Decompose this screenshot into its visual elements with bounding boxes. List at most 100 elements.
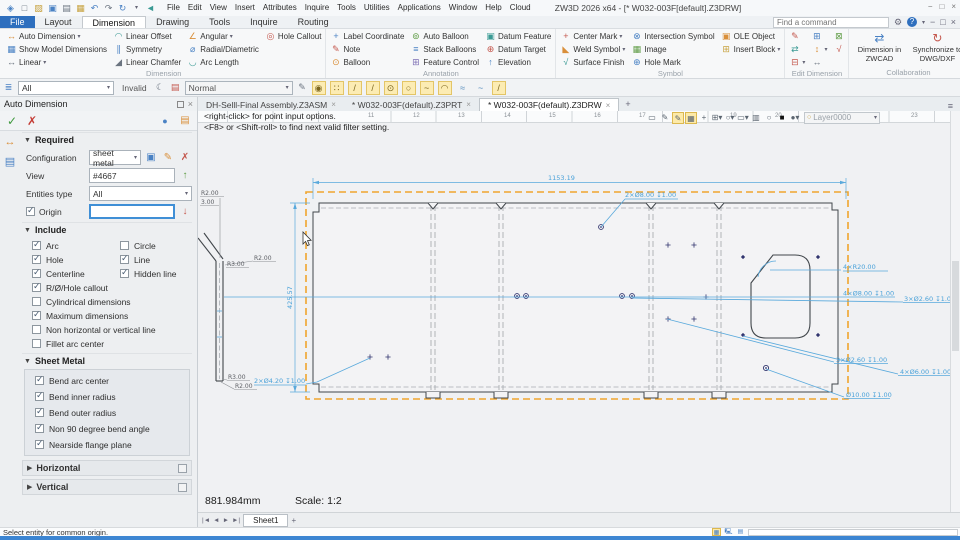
insert-block-button[interactable]: ⊞Insert Block▾ bbox=[720, 43, 782, 56]
tab-routing[interactable]: Routing bbox=[288, 16, 339, 28]
snap-spline-icon[interactable]: ≈ bbox=[456, 81, 470, 95]
include-centerline[interactable]: Centerline bbox=[32, 267, 120, 280]
menu-edit[interactable]: Edit bbox=[184, 0, 206, 16]
play-icon[interactable]: ◄ bbox=[144, 2, 157, 14]
configuration-combo[interactable]: sheet metal▾ bbox=[89, 150, 141, 165]
menu-applications[interactable]: Applications bbox=[394, 0, 445, 16]
cad-drawing[interactable]: 1153.19 425.57 2×Ø8.00 ↧1.00 2×Ø4.20 ↧1.… bbox=[198, 111, 960, 527]
include-maximum[interactable]: Maximum dimensions bbox=[32, 309, 192, 322]
edit-dim-break-button[interactable]: ⊟▾ bbox=[788, 56, 806, 69]
side-r2-bot-text[interactable]: R2.00 bbox=[235, 383, 253, 390]
rect-style-icon[interactable]: ▭▾ bbox=[737, 112, 749, 124]
last-sheet-icon[interactable]: ►| bbox=[232, 517, 240, 524]
top-dimension[interactable]: 1153.19 bbox=[313, 174, 846, 199]
checkbox-circle[interactable] bbox=[120, 241, 129, 250]
tab-close-icon[interactable]: × bbox=[466, 100, 471, 109]
help-icon[interactable]: ? bbox=[907, 17, 917, 27]
callout-bottom-left-text[interactable]: 2×Ø4.20 ↧1.00 bbox=[254, 377, 305, 385]
tab-drawing[interactable]: Drawing bbox=[146, 16, 199, 28]
flat-pattern[interactable] bbox=[313, 203, 838, 392]
section-vertical[interactable]: ▶Vertical bbox=[22, 479, 192, 495]
include-hole-callout[interactable]: R/Ø/Hole callout bbox=[32, 281, 192, 294]
grid-settings-icon[interactable]: ⊞▾ bbox=[711, 112, 723, 124]
label-coordinate-button[interactable]: +Label Coordinate bbox=[329, 30, 405, 43]
include-cylindrical[interactable]: Cylindrical dimensions bbox=[32, 295, 192, 308]
new-tab-button[interactable]: + bbox=[619, 98, 636, 111]
snap-wave-icon[interactable]: ~ bbox=[474, 81, 488, 95]
synchronize-to-dwg-button[interactable]: ↻Synchronize to DWG/DXF bbox=[910, 30, 960, 68]
origin-checkbox[interactable] bbox=[26, 207, 35, 216]
shade-mode-icon[interactable]: ●▾ bbox=[789, 112, 801, 124]
linear-chamfer-button[interactable]: ◢Linear Chamfer bbox=[112, 56, 182, 69]
menu-view[interactable]: View bbox=[206, 0, 231, 16]
edit-dim-align-button[interactable]: ⊞ bbox=[810, 30, 828, 43]
light-icon[interactable]: ○ bbox=[763, 112, 775, 124]
checkbox-fillet-arc[interactable] bbox=[32, 339, 41, 348]
callout-d10-text[interactable]: Ø10.00 ↧1.00 bbox=[846, 391, 892, 399]
doc-close-icon[interactable]: × bbox=[951, 17, 956, 27]
notes-toggle-icon[interactable]: ▤ bbox=[736, 528, 745, 536]
regen-dropdown-icon[interactable]: ▾ bbox=[130, 2, 143, 14]
datum-target-button[interactable]: ⊕Datum Target bbox=[484, 43, 552, 56]
tab-close-icon[interactable]: × bbox=[331, 100, 336, 109]
image-mode-icon[interactable]: ▦ bbox=[685, 112, 697, 124]
sheet-tab[interactable]: Sheet1 bbox=[243, 514, 288, 527]
menu-file[interactable]: File bbox=[163, 0, 184, 16]
tab-inquire[interactable]: Inquire bbox=[240, 16, 288, 28]
snap-endpoint-icon[interactable]: ◉ bbox=[312, 81, 326, 95]
symmetry-button[interactable]: ∥Symmetry bbox=[112, 43, 182, 56]
side-r2-mid-text[interactable]: R2.00 bbox=[254, 255, 272, 262]
menu-inquire[interactable]: Inquire bbox=[301, 0, 333, 16]
tab-dimension[interactable]: Dimension bbox=[82, 16, 147, 28]
section-include[interactable]: ▼Include bbox=[22, 222, 192, 237]
side-r3-bot-text[interactable]: R3.00 bbox=[228, 374, 246, 381]
snap-segment-icon[interactable]: / bbox=[366, 81, 380, 95]
sm-bend-inner-radius[interactable]: Bend inner radius bbox=[35, 390, 189, 403]
include-arc[interactable]: Arc bbox=[32, 239, 120, 252]
pencil-icon[interactable]: ✎ bbox=[659, 112, 671, 124]
balloon-button[interactable]: ⊙Balloon bbox=[329, 56, 405, 69]
checkbox-non-hv-line[interactable] bbox=[32, 325, 41, 334]
ghost-display-icon[interactable]: ☾ bbox=[155, 82, 166, 93]
next-sheet-icon[interactable]: ► bbox=[223, 517, 229, 524]
first-sheet-icon[interactable]: |◄ bbox=[202, 517, 210, 524]
menu-attributes[interactable]: Attributes bbox=[259, 0, 301, 16]
side-r2-top-text[interactable]: R2.00 bbox=[201, 190, 219, 197]
center-mark-button[interactable]: +Center Mark▾ bbox=[559, 30, 626, 43]
checkbox-line[interactable] bbox=[120, 255, 129, 264]
callout-r20-text[interactable]: 4×R20.00 bbox=[843, 263, 876, 271]
callout-top-text[interactable]: 2×Ø8.00 ↧1.00 bbox=[625, 191, 676, 199]
callout-d8-text[interactable]: 4×Ø8.00 ↧1.00 bbox=[843, 290, 894, 298]
grid-toggle-icon[interactable]: ▦ bbox=[712, 528, 721, 536]
cancel-button[interactable]: ✗ bbox=[24, 113, 40, 129]
checkbox-non-90-bend[interactable] bbox=[35, 424, 44, 433]
scrollbar-thumb[interactable] bbox=[952, 261, 959, 351]
checkbox-hole[interactable] bbox=[32, 255, 41, 264]
checkbox-nearside-flange[interactable] bbox=[35, 440, 44, 449]
arc-length-button[interactable]: ◡Arc Length bbox=[186, 56, 260, 69]
weld-symbol-button[interactable]: ◣Weld Symbol▾ bbox=[559, 43, 626, 56]
edit-dim-toggle-button[interactable]: ⊠ bbox=[832, 30, 845, 43]
quick-pick-icon[interactable]: ● bbox=[157, 113, 173, 129]
save-icon[interactable]: ▣ bbox=[46, 2, 59, 14]
tab-layout[interactable]: Layout bbox=[35, 16, 82, 28]
style-combo[interactable]: Normal▾ bbox=[185, 81, 293, 95]
add-sheet-icon[interactable]: + bbox=[291, 516, 296, 525]
display-toggle-icon[interactable]: 🖳 bbox=[724, 528, 733, 536]
horizontal-list-icon[interactable] bbox=[178, 464, 187, 473]
snap-curve-icon[interactable]: ~ bbox=[420, 81, 434, 95]
snap-circle-icon[interactable]: ○ bbox=[402, 81, 416, 95]
include-hole[interactable]: Hole bbox=[32, 253, 120, 266]
tab-file[interactable]: File bbox=[0, 16, 35, 28]
checkbox-bend-inner-radius[interactable] bbox=[35, 392, 44, 401]
tab-list-menu-icon[interactable]: ≡ bbox=[941, 101, 960, 111]
image-button[interactable]: ▦Image bbox=[630, 43, 715, 56]
linear-button[interactable]: ↔Linear▾ bbox=[5, 56, 108, 69]
snap-center-icon[interactable]: ⊙ bbox=[384, 81, 398, 95]
checkbox-hole-callout[interactable] bbox=[32, 283, 41, 292]
tab-close-icon[interactable]: × bbox=[606, 101, 611, 110]
dimension-list-icon[interactable]: ▤ bbox=[5, 157, 16, 168]
doc-tab-drawing[interactable]: * W032-003F(default).Z3DRW× bbox=[479, 98, 619, 111]
ok-button[interactable]: ✓ bbox=[4, 113, 20, 129]
help-dropdown-icon[interactable]: ▾ bbox=[922, 19, 925, 26]
